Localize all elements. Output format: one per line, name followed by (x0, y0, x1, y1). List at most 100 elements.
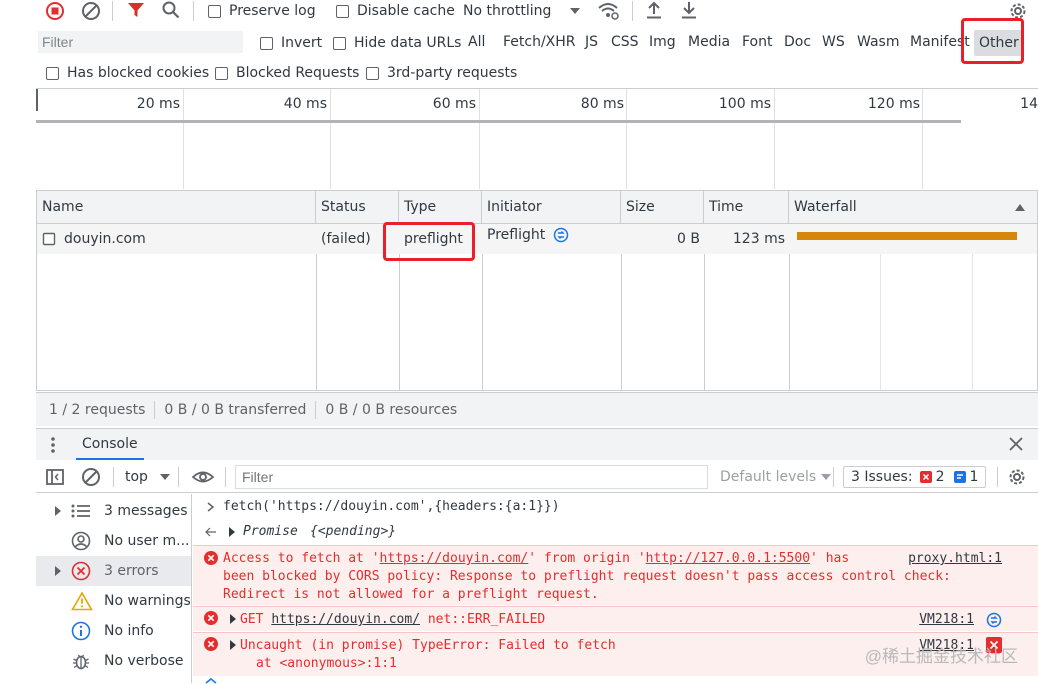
console-settings-gear-icon[interactable] (1006, 466, 1028, 488)
checkbox-box[interactable] (336, 4, 349, 18)
sort-ascending-icon[interactable] (1015, 203, 1025, 211)
type-filter-font[interactable]: Font (737, 34, 777, 50)
checkbox-box[interactable] (46, 66, 59, 80)
expand-arrow-icon[interactable] (54, 566, 62, 576)
invert-checkbox[interactable]: Invert (260, 28, 322, 58)
expand-arrow-icon[interactable] (54, 506, 62, 516)
issue-info-icon (953, 471, 966, 483)
toolbar-divider (193, 1, 194, 21)
type-filter-img[interactable]: Img (644, 34, 681, 50)
error-circle-icon (204, 637, 218, 651)
column-header-size[interactable]: Size (621, 191, 704, 224)
console-input-line[interactable]: fetch('https://douyin.com',{headers:{a:1… (193, 497, 1038, 519)
checkbox-box[interactable] (260, 36, 273, 50)
column-header-status[interactable]: Status (316, 191, 399, 224)
checkbox-box[interactable] (366, 66, 379, 80)
log-levels-value: Default levels (720, 469, 817, 485)
type-filter-js[interactable]: JS (580, 34, 603, 50)
drawer-menu-kebab-icon[interactable] (50, 436, 56, 454)
preflight-link-icon[interactable] (553, 227, 569, 243)
sidebar-item-errors[interactable]: 3 errors (36, 556, 191, 586)
filter-input[interactable] (38, 31, 243, 53)
source-link[interactable]: proxy.html:1 (908, 551, 1002, 566)
expand-arrow-icon[interactable] (228, 527, 236, 537)
error-line: Access to fetch at 'https://douyin.com/'… (223, 551, 849, 566)
timeline-tick-label: 80 ms (580, 96, 624, 112)
expand-arrow-icon[interactable] (229, 640, 237, 650)
toggle-sidebar-icon[interactable] (45, 467, 65, 487)
console-error-get[interactable]: GET https://douyin.com/ net::ERR_FAILED … (193, 606, 1038, 631)
toolbar-divider (997, 467, 998, 487)
summary-divider (154, 400, 156, 419)
origin-url-link[interactable]: http://127.0.0.1:5500 (646, 551, 810, 566)
console-result-line[interactable]: Promise {<pending>} (193, 522, 1038, 544)
network-conditions-wifi-icon[interactable] (596, 0, 620, 22)
clear-icon[interactable] (80, 0, 102, 22)
export-har-download-icon[interactable] (679, 0, 699, 20)
network-overview-timeline[interactable]: 20 ms 40 ms 60 ms 80 ms 100 ms 120 ms 14 (36, 88, 1038, 189)
console-error-cors[interactable]: Access to fetch at 'https://douyin.com/'… (193, 545, 1038, 605)
error-text: ' has (810, 551, 850, 566)
timeline-gridline (330, 89, 331, 189)
cell-size: 0 B (677, 231, 700, 247)
checkbox-box[interactable] (208, 4, 221, 18)
column-header-type[interactable]: Type (399, 191, 482, 224)
console-filter-input[interactable] (235, 465, 708, 489)
third-party-requests-checkbox[interactable]: 3rd-party requests (366, 60, 517, 86)
cell-time: 123 ms (732, 231, 785, 247)
column-header-time[interactable]: Time (704, 191, 789, 224)
checkbox-box[interactable] (333, 36, 346, 50)
sidebar-item-warnings[interactable]: No warnings (36, 586, 191, 616)
disable-cache-checkbox[interactable]: Disable cache (336, 0, 455, 22)
summary-divider (315, 400, 317, 419)
hide-data-urls-checkbox[interactable]: Hide data URLs (333, 28, 461, 58)
type-filter-all[interactable]: All (463, 34, 490, 50)
type-filter-fetch-xhr[interactable]: Fetch/XHR (498, 34, 581, 50)
http-method: GET (240, 612, 264, 627)
throttling-select[interactable]: No throttling (463, 0, 581, 22)
timeline-gridline (922, 89, 923, 189)
tab-console[interactable]: Console (76, 429, 144, 460)
expand-arrow-icon[interactable] (229, 614, 237, 624)
context-selector[interactable]: top (125, 461, 171, 493)
filter-bar: Invert Hide data URLs All Fetch/XHR JS C… (0, 18, 1038, 64)
timeline-tick-label: 14 (1020, 96, 1038, 112)
type-filter-ws[interactable]: WS (817, 34, 850, 50)
import-har-upload-icon[interactable] (644, 0, 664, 20)
type-filter-wasm[interactable]: Wasm (852, 34, 904, 50)
sidebar-item-messages[interactable]: 3 messages (36, 496, 191, 526)
error-url-link[interactable]: https://douyin.com/ (380, 551, 529, 566)
network-request-link-icon[interactable] (986, 612, 1002, 628)
close-drawer-icon[interactable] (1008, 436, 1024, 452)
type-filter-media[interactable]: Media (683, 34, 735, 50)
filter-funnel-icon[interactable] (126, 0, 146, 20)
type-filter-doc[interactable]: Doc (779, 34, 816, 50)
highlight-box (383, 222, 475, 261)
sidebar-item-label: No warnings (104, 593, 191, 609)
live-expression-eye-icon[interactable] (191, 466, 215, 488)
record-stop-icon[interactable] (44, 0, 66, 22)
type-filter-css[interactable]: CSS (606, 34, 644, 50)
checkbox-box[interactable] (215, 66, 228, 80)
blocked-requests-checkbox[interactable]: Blocked Requests (215, 60, 359, 86)
preserve-log-checkbox[interactable]: Preserve log (208, 0, 316, 22)
cell-initiator[interactable]: Preflight (482, 220, 621, 250)
issues-counter-button[interactable]: 3 Issues: 2 1 (843, 466, 987, 488)
clear-console-icon[interactable] (80, 466, 102, 488)
log-levels-select[interactable]: Default levels (720, 461, 832, 493)
sidebar-item-user-messages[interactable]: No user m... (36, 526, 191, 556)
source-link[interactable]: VM218:1 (919, 612, 974, 627)
timeline-gridline (479, 89, 480, 189)
console-input-text: fetch('https://douyin.com',{headers:{a:1… (223, 499, 560, 514)
column-header-name[interactable]: Name (37, 191, 316, 224)
sidebar-item-verbose[interactable]: No verbose (36, 646, 191, 676)
sidebar-item-info[interactable]: No info (36, 616, 191, 646)
request-url-link[interactable]: https://douyin.com/ (271, 612, 420, 627)
has-blocked-cookies-checkbox[interactable]: Has blocked cookies (46, 60, 209, 86)
table-row[interactable]: douyin.com (failed) preflight Preflight … (37, 224, 1037, 254)
network-requests-table: Name Status Type Initiator Size Time Wat… (36, 190, 1038, 391)
column-header-waterfall[interactable]: Waterfall (789, 191, 1037, 224)
search-icon[interactable] (161, 0, 181, 20)
error-circle-icon (204, 611, 218, 625)
timeline-start-marker (36, 89, 38, 111)
